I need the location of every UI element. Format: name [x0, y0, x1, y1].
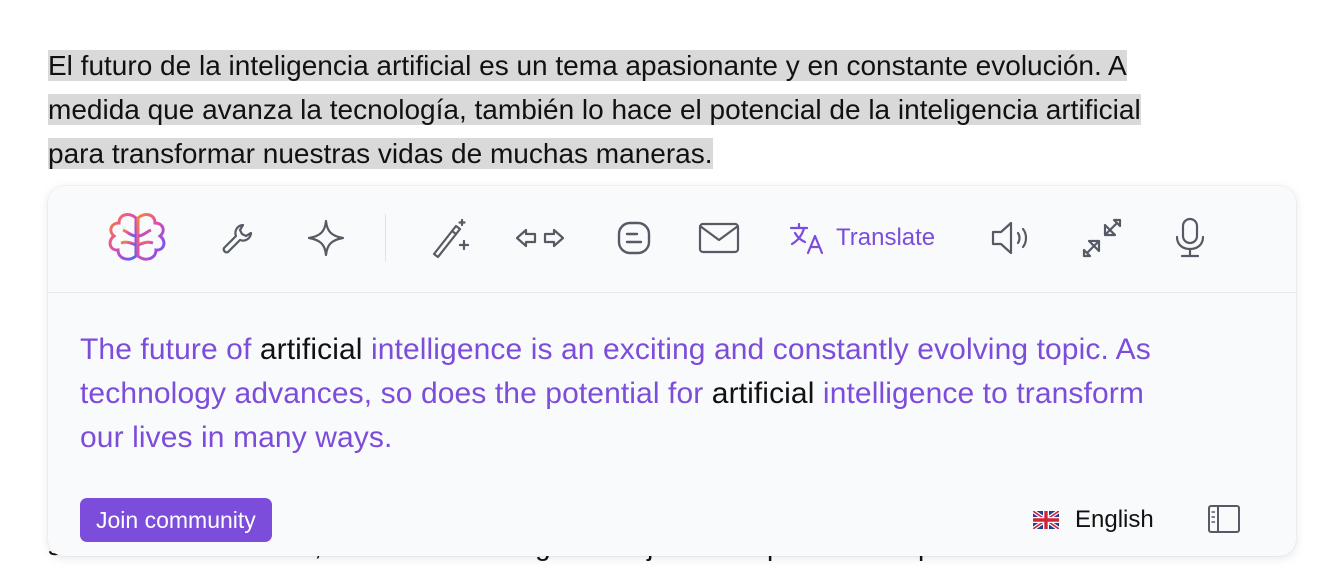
translated-text: The future of artificial intelligence is…: [80, 328, 1190, 460]
selected-text-line-1: El futuro de la inteligencia artificial …: [48, 50, 1127, 81]
selected-text-line-2: medida que avanza la tecnología, también…: [48, 94, 1141, 125]
magic-wand-icon[interactable]: [428, 212, 472, 264]
translate-label: Translate: [836, 224, 936, 251]
mail-icon[interactable]: [696, 212, 742, 264]
language-selector[interactable]: English: [1033, 500, 1154, 540]
toolbar-divider: [385, 214, 386, 262]
arrows-left-right-icon[interactable]: [512, 212, 568, 264]
collapse-arrows-icon[interactable]: [1080, 212, 1124, 264]
selected-text-line-3: para transformar nuestras vidas de mucha…: [48, 138, 713, 169]
sparkle-icon[interactable]: [304, 212, 348, 264]
translation-segment: artificial: [259, 333, 363, 366]
microphone-icon[interactable]: [1170, 212, 1210, 264]
join-community-button[interactable]: Join community: [80, 498, 272, 542]
translate-icon: [789, 222, 824, 255]
page: El futuro de la inteligencia artificial …: [0, 0, 1344, 576]
sidebar-panel-icon[interactable]: [1206, 503, 1242, 540]
uk-flag-icon: [1033, 511, 1059, 529]
wrench-icon[interactable]: [218, 212, 258, 264]
toolbar: Translate: [48, 186, 1296, 293]
ai-assistant-popup: Translate The future of artificial intel…: [48, 186, 1296, 556]
language-label: English: [1075, 506, 1154, 533]
translation-segment: The future of: [80, 333, 260, 366]
speaker-icon[interactable]: [988, 212, 1036, 264]
source-paragraph: El futuro de la inteligencia artificial …: [48, 44, 1318, 176]
brain-logo-icon[interactable]: [102, 212, 172, 264]
chat-bubble-icon[interactable]: [614, 212, 654, 264]
translate-button[interactable]: Translate: [788, 212, 935, 264]
translation-segment: artificial: [711, 377, 815, 410]
